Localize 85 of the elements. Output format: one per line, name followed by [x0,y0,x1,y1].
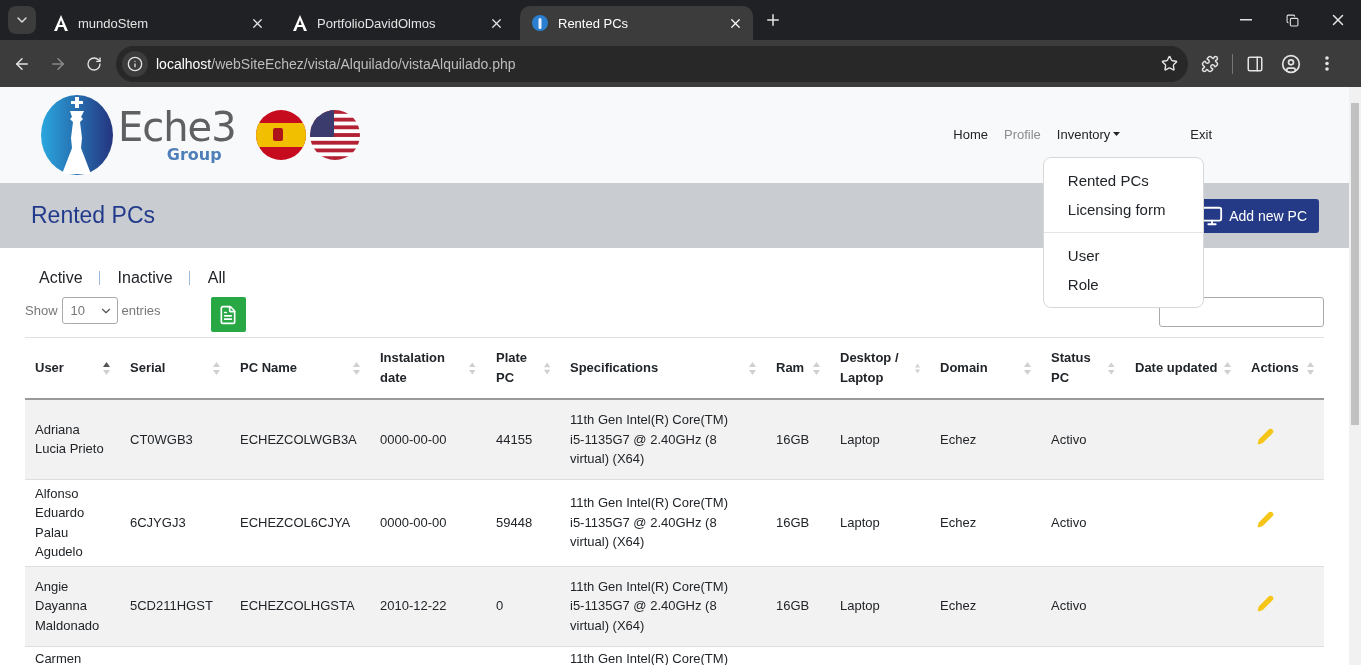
logo-subtitle: Group [166,147,222,163]
address-bar[interactable]: localhost/webSiteEchez/vista/Alquilado/vistaAlquilado.php [116,45,1188,82]
logo-wordmark: Eche3 [118,107,236,147]
table-cell: 11th Gen Intel(R) Core(TM) i5-1135G7 @ 2.40GHz (8 virtual) (X64) [570,578,728,633]
spanish-flag-icon[interactable] [255,110,306,160]
column-header[interactable]: Desktop / Laptop [840,348,915,388]
column-header[interactable]: Ram [776,358,805,378]
table-cell: 2010-12-22 [380,598,447,614]
plus-icon [764,11,782,29]
letter-a-icon [293,15,307,31]
table-cell: 0 [496,598,504,614]
info-icon[interactable] [122,50,148,77]
column-header[interactable]: Status PC [1051,348,1109,388]
edit-icon[interactable] [1257,511,1274,529]
minimize-icon [1240,19,1252,21]
menu-icon [1325,56,1329,71]
column-header[interactable]: Plate PC [496,348,544,388]
table-cell: 0000-00-00 [380,514,447,530]
browser-tab[interactable]: PortfolioDavidOlmos [281,6,514,40]
side-panel-icon [1246,54,1264,73]
reload-icon [86,55,102,72]
column-header[interactable]: Domain [940,358,988,378]
table-cell: Activo [1051,598,1087,614]
letter-a-icon [54,15,68,31]
table-cell: Alfonso Eduardo Palau Agudelo [35,485,85,559]
chess-king-logo-icon [40,94,114,176]
table-cell: Laptop [840,431,880,447]
table-cell: 16GB [776,431,810,447]
column-header[interactable]: User [35,358,64,378]
document-icon [218,304,239,325]
table-cell: 59448 [496,514,533,530]
show-label: Show [25,303,58,318]
menu-item[interactable]: User [1043,240,1203,270]
table-cell: Echez [940,598,977,614]
table-cell: Activo [1051,431,1087,447]
table-cell: Laptop [840,514,880,530]
page-title: Rented PCs [31,202,155,229]
column-header[interactable]: PC Name [240,358,298,378]
nav-link[interactable]: Home [953,126,988,142]
table-cell: Angie Dayanna Maldonado [35,578,100,633]
table-cell: Adriana Lucia Prieto [35,421,104,457]
entries-select[interactable]: 10 [61,297,118,324]
filter-link[interactable]: Inactive [98,271,189,285]
table-cell: 11th Gen Intel(R) Core(TM) [570,650,728,665]
export-button[interactable] [210,297,246,332]
table-cell: 44155 [496,431,533,447]
table-cell: Echez [940,514,977,530]
browser-tab[interactable]: Rented PCs [520,6,753,40]
table-cell: 16GB [776,598,810,614]
table-cell: 11th Gen Intel(R) Core(TM) i5-1135G7 @ 2.40GHz (8 virtual) (X64) [570,495,728,550]
table-cell: 6CJYGJ3 [130,514,186,530]
menu-item[interactable]: Role [1043,269,1203,299]
table-cell: ECHEZCOL6CJYA [240,514,351,530]
table-cell: ECHEZCOLWGB3A [240,431,357,447]
table-cell: 11th Gen Intel(R) Core(TM) i5-1135G7 @ 2.40GHz (8 virtual) (X64) [570,412,728,466]
puzzle-icon [1201,54,1219,73]
table-cell: 16GB [776,514,810,530]
column-header[interactable]: Date updated [1135,358,1218,378]
column-header[interactable]: Specifications [570,358,659,378]
user-icon [1281,53,1301,74]
tab-list-button[interactable] [8,6,36,34]
table-cell: CT0WGB3 [130,431,193,447]
table-cell: Carmen [35,650,82,665]
filter-link[interactable]: All [188,271,242,285]
table-cell: Laptop [840,598,880,614]
table-cell: ECHEZCOLHGSTA [240,598,355,614]
table-cell: Activo [1051,514,1087,530]
scrollbar[interactable] [1349,87,1361,665]
column-header[interactable]: Instalation date [380,348,470,388]
site-favicon-icon [532,15,548,31]
us-flag-icon[interactable] [309,110,360,160]
bookmark-star-icon[interactable] [1161,55,1178,72]
restore-icon [1285,13,1299,27]
entries-label: entries [121,303,161,318]
filter-link[interactable]: Active [39,271,99,285]
menu-item[interactable]: Rented PCs [1043,165,1203,195]
column-header[interactable]: Serial [130,358,166,378]
nav-link[interactable]: Exit [1190,126,1212,142]
column-header[interactable]: Actions [1251,358,1299,378]
table-cell: 0000-00-00 [380,431,447,447]
table-cell: Echez [940,431,977,447]
table-cell: 5CD211HGST [130,598,213,614]
sort-icon[interactable] [103,361,110,375]
browser-tab[interactable]: mundoStem [42,6,275,40]
nav-link[interactable]: Inventory [1056,126,1121,142]
